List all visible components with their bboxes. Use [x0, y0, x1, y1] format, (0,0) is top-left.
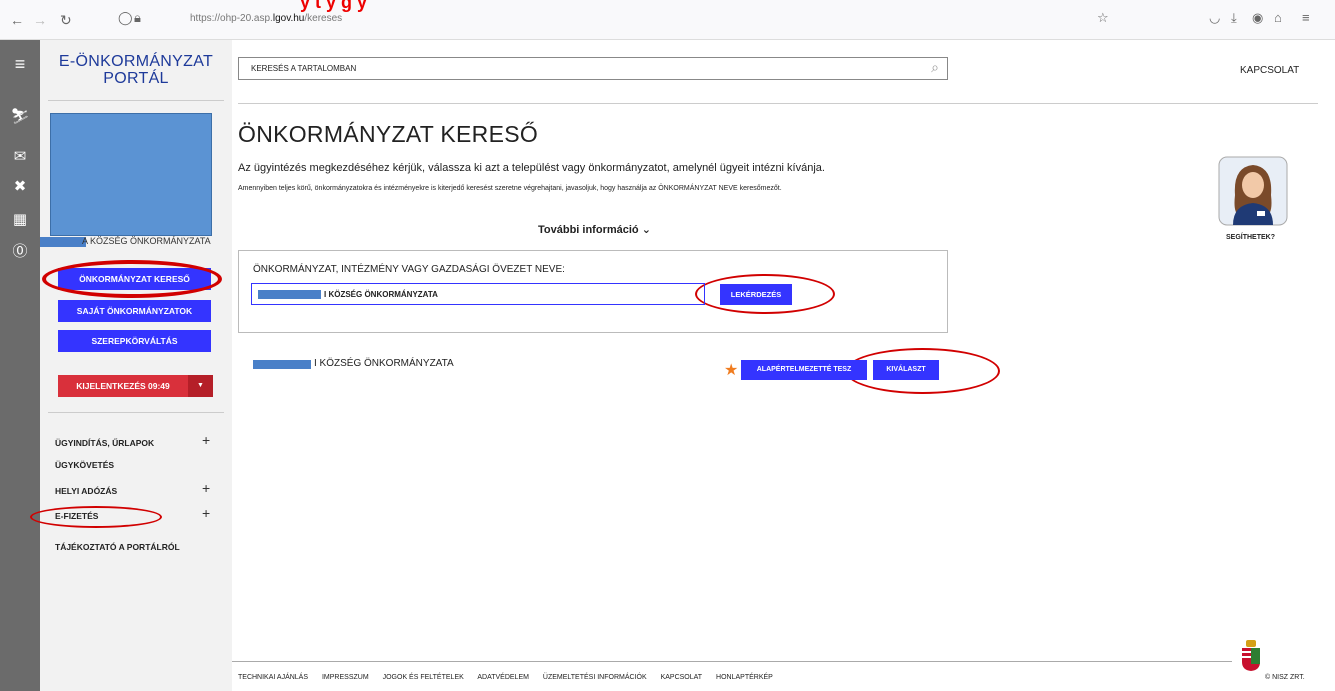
helper-label[interactable]: SEGÍTHETEK?	[1226, 234, 1275, 241]
role-switch-button[interactable]: SZEREPKÖRVÁLTÁS	[58, 330, 211, 352]
redaction-block	[253, 360, 311, 369]
municipality-name: A KÖZSÉG ÖNKORMÁNYZATA	[40, 236, 232, 248]
intro-text: Az ügyintézés megkezdéséhez kérjük, vála…	[238, 162, 825, 174]
result-municipality-name: I KÖZSÉG ÖNKORMÁNYZATA	[253, 358, 454, 369]
footer-link-imprint[interactable]: IMPRESSZUM	[322, 674, 369, 681]
divider	[238, 103, 1318, 104]
select-button[interactable]: KIVÁLASZT	[873, 360, 939, 380]
hungarian-crest-icon	[1242, 640, 1260, 671]
menu-item-portal-info[interactable]: TÁJÉKOZTATÓ A PORTÁLRÓL	[55, 542, 180, 552]
back-icon[interactable]: ←	[10, 12, 24, 28]
page-title: ÖNKORMÁNYZAT KERESŐ	[238, 121, 539, 147]
copyright: © NISZ ZRT.	[1265, 674, 1305, 681]
logo-line2: PORTÁL	[103, 70, 169, 87]
footer-link-tech[interactable]: TECHNIKAI AJÁNLÁS	[238, 674, 308, 681]
account-icon[interactable]: ◉	[1252, 10, 1263, 26]
address-bar[interactable]: https://ohp-20.asp.lgov.hu/kereses	[150, 9, 1110, 31]
logout-label: KIJELENTKEZÉS 09:49	[76, 381, 170, 391]
set-default-button[interactable]: ALAPÉRTELMEZETTÉ TESZ	[741, 360, 867, 380]
redaction-block	[40, 237, 86, 247]
forward-icon[interactable]: →	[33, 12, 47, 28]
favorite-star-icon[interactable]: ★	[724, 360, 738, 380]
municipality-name-input[interactable]: I KÖZSÉG ÖNKORMÁNYZATA	[251, 283, 705, 305]
chevron-down-icon[interactable]: ▼	[188, 375, 213, 397]
menu-icon[interactable]: ≡	[1302, 10, 1310, 25]
menu-item-tracking[interactable]: ÜGYKÖVETÉS	[55, 460, 114, 470]
plus-icon[interactable]: +	[202, 505, 210, 521]
plus-icon[interactable]: +	[202, 432, 210, 448]
calculator-icon[interactable]: ▦	[10, 210, 30, 228]
content-search-input[interactable]: KERESÉS A TARTALOMBAN ⌕	[238, 57, 948, 80]
reload-icon[interactable]: ↻	[60, 12, 72, 29]
url-host: lgov.hu	[272, 13, 305, 24]
annotation-oval	[30, 506, 162, 528]
menu-item-forms[interactable]: ÜGYINDÍTÁS, ŰRLAPOK	[55, 438, 154, 448]
download-icon[interactable]: ⤓	[1231, 10, 1237, 26]
annotation-oval	[42, 260, 222, 298]
plus-icon[interactable]: +	[202, 480, 210, 496]
chevron-down-icon: ⌄	[641, 224, 651, 236]
hamburger-icon[interactable]: ≡	[10, 54, 30, 75]
sidebar: E-ÖNKORMÁNYZAT PORTÁL A KÖZSÉG ÖNKORMÁNY…	[40, 40, 232, 691]
footer-link-sitemap[interactable]: HONLAPTÉRKÉP	[716, 674, 773, 681]
note-text: Amennyiben teljes körű, önkormányzatokra…	[238, 185, 782, 192]
own-municipalities-button[interactable]: SAJÁT ÖNKORMÁNYZATOK	[58, 300, 211, 322]
search-panel: ÖNKORMÁNYZAT, INTÉZMÉNY VAGY GAZDASÁGI Ö…	[238, 250, 948, 333]
query-button[interactable]: LEKÉRDEZÉS	[720, 284, 792, 305]
browser-toolbar: ← → ↻ ◯ 🔒︎ https://ohp-20.asp.lgov.hu/ke…	[0, 0, 1335, 40]
municipality-image	[50, 113, 212, 236]
logo-line1: E-ÖNKORMÁNYZAT	[58, 53, 214, 70]
side-rail: ≡ ⛷ ✉ ✖ ▦ ⓪	[0, 40, 40, 691]
footer-link-privacy[interactable]: ADATVÉDELEM	[477, 674, 529, 681]
portal-logo[interactable]: E-ÖNKORMÁNYZAT PORTÁL	[40, 53, 232, 87]
assistant-avatar[interactable]	[1217, 155, 1289, 227]
divider	[48, 412, 224, 413]
search-placeholder: KERESÉS A TARTALOMBAN	[251, 64, 357, 73]
url-prefix: https://ohp-20.asp.	[190, 13, 273, 24]
redaction-block	[258, 290, 321, 299]
logout-button[interactable]: KIJELENTKEZÉS 09:49 ▼	[58, 375, 213, 397]
search-icon[interactable]: ⌕	[931, 59, 939, 76]
person-icon[interactable]: ⛷	[10, 107, 30, 125]
shield-icon[interactable]: ◯	[118, 10, 133, 26]
more-info-label: További információ	[538, 224, 639, 236]
footer-link-contact[interactable]: KAPCSOLAT	[661, 674, 703, 681]
field-label: ÖNKORMÁNYZAT, INTÉZMÉNY VAGY GAZDASÁGI Ö…	[253, 264, 565, 275]
url-suffix: /kereses	[304, 13, 343, 24]
footer-links: TECHNIKAI AJÁNLÁS IMPRESSZUM JOGOK ÉS FE…	[238, 674, 785, 681]
more-info-toggle[interactable]: További információ ⌄	[538, 223, 651, 236]
tools-icon[interactable]: ✖	[10, 177, 30, 195]
footer-link-operations[interactable]: ÜZEMELTETÉSI INFORMÁCIÓK	[543, 674, 647, 681]
divider	[232, 661, 1232, 662]
pocket-icon[interactable]: ◡	[1209, 10, 1220, 26]
mail-icon[interactable]: ✉	[10, 147, 30, 165]
lock-icon[interactable]: 🔒︎	[134, 10, 141, 26]
input-value: I KÖZSÉG ÖNKORMÁNYZATA	[324, 290, 438, 299]
bookmark-star-icon[interactable]: ☆	[1097, 10, 1109, 26]
divider	[48, 100, 224, 101]
menu-item-local-tax[interactable]: HELYI ADÓZÁS	[55, 486, 117, 496]
help-icon[interactable]: ⓪	[10, 240, 30, 261]
extensions-icon[interactable]: ⌂	[1274, 10, 1282, 25]
contact-link[interactable]: KAPCSOLAT	[1240, 65, 1299, 76]
footer-link-terms[interactable]: JOGOK ÉS FELTÉTELEK	[383, 674, 464, 681]
overlay-annotation-text: y t y g y	[300, 0, 368, 12]
